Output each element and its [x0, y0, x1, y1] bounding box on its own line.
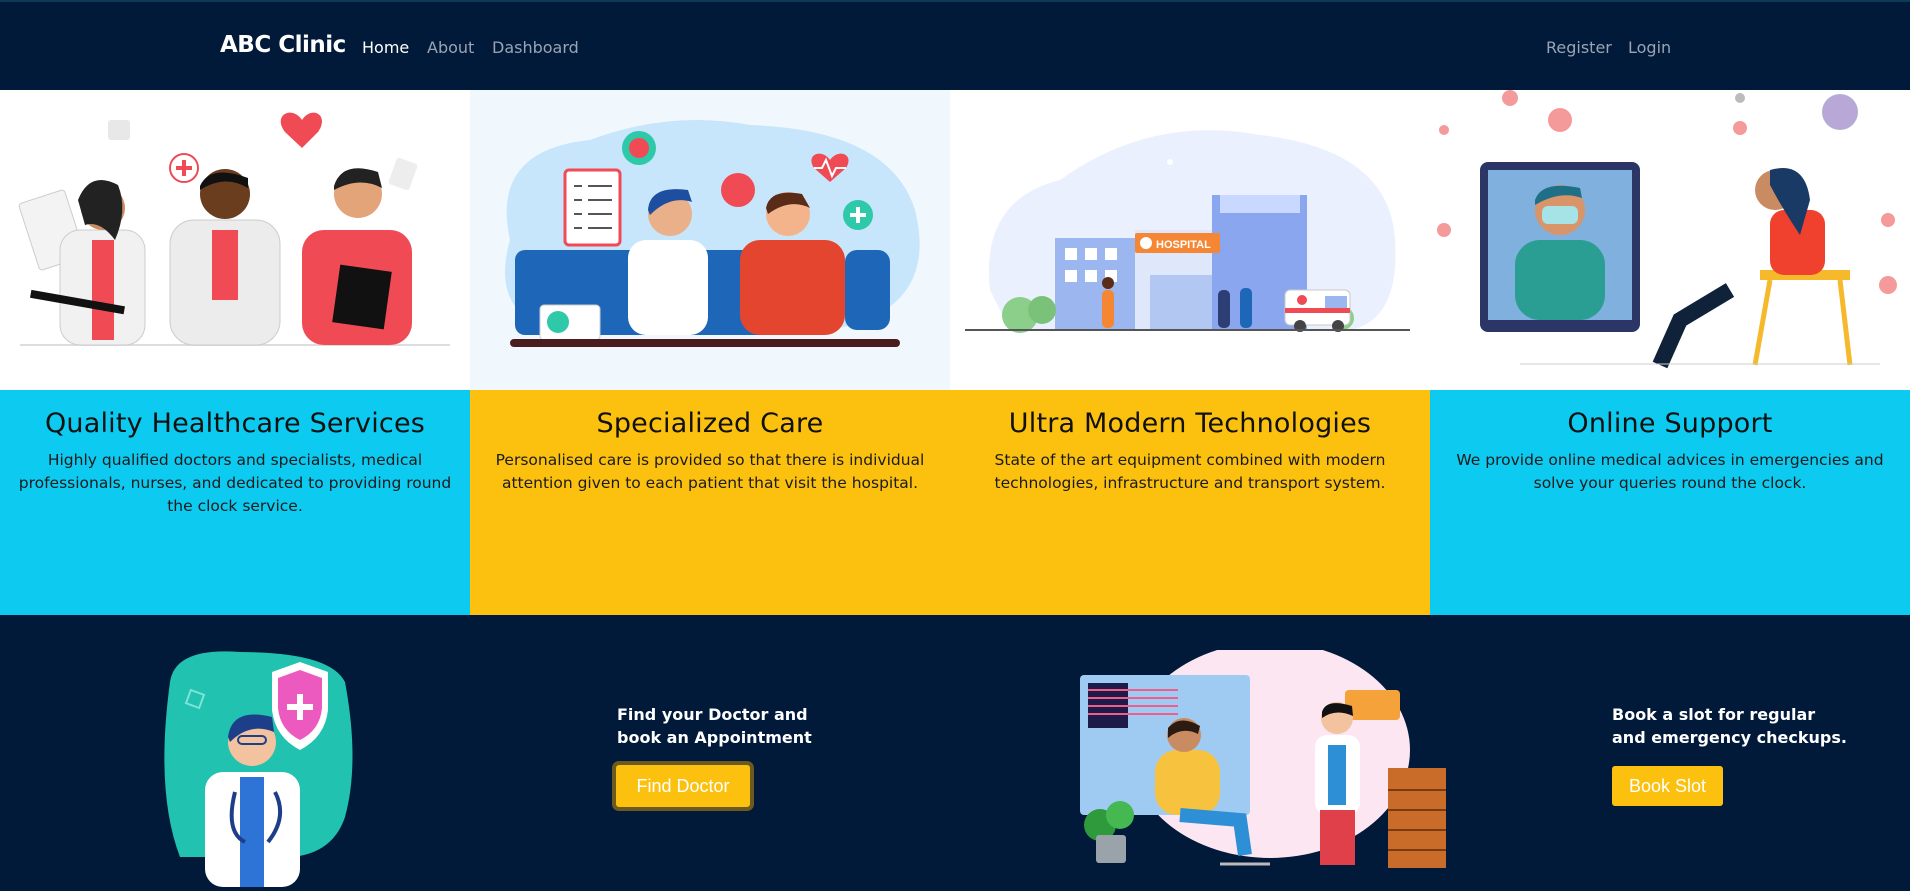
find-doctor-button[interactable]: Find Doctor — [616, 765, 750, 807]
nav-link-login[interactable]: Login — [1628, 38, 1671, 57]
hospital-building-illustration: HOSPITAL — [950, 90, 1430, 390]
feature-card-body: Online Support We provide online medical… — [1430, 390, 1910, 615]
feature-title: Online Support — [1567, 408, 1773, 439]
cta-line: Find your Doctor and — [617, 705, 808, 724]
online-consultation-illustration — [1430, 90, 1910, 390]
brand-logo[interactable]: ABC Clinic — [220, 32, 346, 58]
cta-line: and emergency checkups. — [1612, 728, 1847, 747]
feature-description: Personalised care is provided so that th… — [495, 451, 925, 492]
nav-link-dashboard[interactable]: Dashboard — [492, 38, 579, 57]
feature-description: Highly qualified doctors and specialists… — [18, 451, 452, 515]
nav-link-register[interactable]: Register — [1546, 38, 1612, 57]
nav-link-home[interactable]: Home — [362, 38, 409, 57]
book-slot-cta-text: Book a slot for regular and emergency ch… — [1612, 703, 1872, 749]
feature-title: Ultra Modern Technologies — [1008, 408, 1372, 439]
hospital-sign-text: HOSPITAL — [1156, 239, 1211, 251]
doctor-consultation-illustration — [1070, 642, 1460, 880]
navbar: ABC Clinic Home About Dashboard Register… — [0, 0, 1910, 90]
features-section: Quality Healthcare Services Highly quali… — [0, 90, 1910, 615]
feature-card-body: Quality Healthcare Services Highly quali… — [0, 390, 470, 615]
feature-card-online-support: Online Support We provide online medical… — [1430, 90, 1910, 615]
feature-card-specialized: Specialized Care Personalised care is pr… — [470, 90, 950, 615]
feature-card-body: Ultra Modern Technologies State of the a… — [950, 390, 1430, 615]
doctor-patient-illustration — [470, 90, 950, 390]
doctor-shield-illustration — [150, 642, 360, 887]
feature-title: Quality Healthcare Services — [44, 408, 426, 439]
feature-card-healthcare: Quality Healthcare Services Highly quali… — [0, 90, 470, 615]
healthcare-team-illustration — [0, 90, 470, 390]
book-slot-button[interactable]: Book Slot — [1612, 766, 1723, 806]
cta-line: book an Appointment — [617, 728, 812, 747]
feature-card-body: Specialized Care Personalised care is pr… — [470, 390, 950, 615]
nav-link-about[interactable]: About — [427, 38, 474, 57]
find-doctor-cta-text: Find your Doctor and book an Appointment — [617, 703, 867, 749]
feature-description: State of the art equipment combined with… — [994, 451, 1386, 492]
cta-section: Find your Doctor and book an Appointment… — [0, 615, 1910, 887]
feature-description: We provide online medical advices in eme… — [1456, 451, 1884, 492]
feature-title: Specialized Care — [596, 408, 824, 439]
feature-card-technologies: HOSPITAL Ultra Modern Technologies State… — [950, 90, 1430, 615]
cta-line: Book a slot for regular — [1612, 705, 1816, 724]
